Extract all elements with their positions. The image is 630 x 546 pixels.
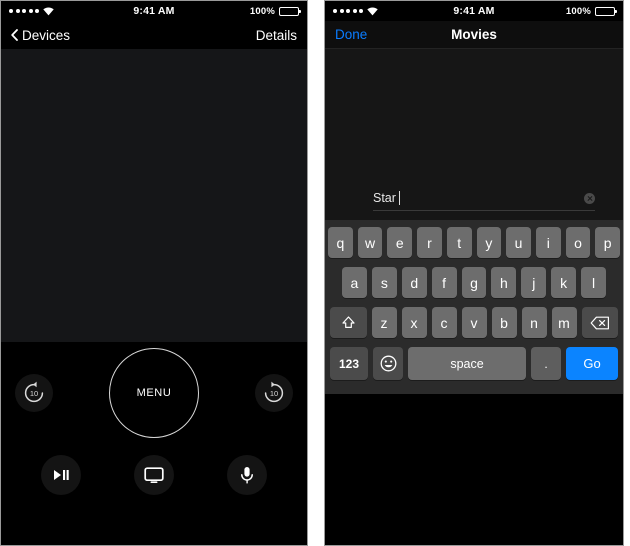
shift-key[interactable]: [329, 307, 367, 338]
menu-label: MENU: [136, 387, 172, 399]
skip-forward-10-icon: 10: [261, 380, 287, 406]
key-b[interactable]: b: [491, 307, 517, 338]
key-h[interactable]: h: [491, 267, 517, 298]
status-battery-group-right: 100%: [565, 5, 617, 17]
skip-forward-amount: 10: [269, 388, 279, 398]
clear-circle-icon[interactable]: [584, 192, 595, 204]
microphone-button[interactable]: [226, 455, 267, 495]
key-i[interactable]: i: [535, 227, 561, 258]
key-r[interactable]: r: [417, 227, 442, 258]
keyboard-row-2: a s d f g h j k l: [328, 267, 620, 298]
go-key[interactable]: Go: [566, 347, 618, 380]
search-input[interactable]: Star: [373, 191, 595, 211]
status-signal-group-right: [333, 6, 566, 16]
period-key[interactable]: .: [531, 347, 561, 380]
wifi-icon: [43, 6, 54, 16]
signal-dots-icon: [333, 9, 363, 13]
battery-full-icon: [595, 6, 617, 16]
search-input-value: Star: [373, 191, 396, 205]
done-button[interactable]: Done: [335, 27, 367, 42]
skip-back-10-button[interactable]: 10: [15, 374, 53, 412]
search-content-area: Star q w e r t y u i o p a s d f g h j k…: [325, 49, 623, 394]
key-v[interactable]: v: [461, 307, 487, 338]
backspace-delete-icon: [590, 316, 610, 330]
remote-touch-surface[interactable]: [1, 49, 307, 342]
key-x[interactable]: x: [401, 307, 427, 338]
screenshot-root: 9:41 AM 100% Devices Details 10 MENU 10 …: [0, 0, 630, 546]
space-key[interactable]: space: [408, 347, 526, 380]
key-m[interactable]: m: [551, 307, 577, 338]
key-e[interactable]: e: [387, 227, 413, 258]
key-c[interactable]: c: [431, 307, 457, 338]
key-f[interactable]: f: [431, 267, 457, 298]
wifi-icon: [367, 6, 378, 16]
battery-percent-label: 100%: [249, 5, 275, 17]
right-phone-panel: 9:41 AM 100% Done Movies Star q w e r t …: [324, 0, 624, 546]
back-label: Devices: [22, 27, 71, 43]
signal-dots-icon: [9, 9, 39, 13]
left-nav-bar: Devices Details: [1, 21, 307, 49]
play-pause-button[interactable]: [41, 455, 82, 495]
key-n[interactable]: n: [521, 307, 547, 338]
emoji-key[interactable]: [373, 347, 403, 380]
keyboard-row-3: z x c v b n m: [328, 307, 620, 338]
emoji-smiley-icon: [380, 355, 397, 372]
keyboard-row-1: q w e r t y u i o p: [327, 227, 621, 258]
key-a[interactable]: a: [342, 267, 367, 298]
microphone-icon: [240, 466, 254, 485]
status-signal-group: [9, 6, 250, 16]
key-o[interactable]: o: [565, 227, 591, 258]
key-p[interactable]: p: [595, 227, 621, 258]
key-l[interactable]: l: [581, 267, 607, 298]
on-screen-keyboard: q w e r t y u i o p a s d f g h j k l z …: [325, 220, 623, 394]
left-phone-panel: 9:41 AM 100% Devices Details 10 MENU 10: [0, 0, 308, 546]
key-y[interactable]: y: [476, 227, 502, 258]
skip-back-10-icon: 10: [21, 380, 47, 406]
tv-display-icon: [144, 466, 164, 484]
back-to-devices-button[interactable]: Devices: [11, 28, 70, 43]
key-j[interactable]: j: [521, 267, 547, 298]
menu-button[interactable]: MENU: [109, 348, 199, 438]
key-t[interactable]: t: [446, 227, 472, 258]
key-z[interactable]: z: [371, 307, 397, 338]
battery-full-icon: [279, 6, 301, 16]
skip-forward-10-button[interactable]: 10: [255, 374, 293, 412]
key-d[interactable]: d: [401, 267, 427, 298]
key-u[interactable]: u: [506, 227, 531, 258]
right-status-bar: 9:41 AM 100%: [325, 1, 623, 21]
remote-controls: 10 MENU 10: [1, 342, 307, 545]
battery-percent-label: 100%: [565, 5, 591, 17]
play-pause-icon: [50, 468, 72, 482]
remote-secondary-row: [1, 438, 307, 495]
skip-back-amount: 10: [29, 388, 39, 398]
tv-display-button[interactable]: [133, 455, 174, 495]
key-w[interactable]: w: [357, 227, 383, 258]
details-button[interactable]: Details: [256, 28, 297, 43]
shift-arrow-icon: [341, 315, 356, 330]
page-title: Movies: [451, 27, 497, 42]
delete-key[interactable]: [581, 307, 619, 338]
chevron-left-icon: [11, 29, 18, 41]
key-s[interactable]: s: [371, 267, 397, 298]
text-cursor: [398, 191, 401, 205]
key-k[interactable]: k: [551, 267, 577, 298]
search-field-wrapper: Star: [373, 191, 595, 211]
numbers-key[interactable]: 123: [330, 347, 368, 380]
key-q[interactable]: q: [327, 227, 353, 258]
keyboard-row-4: 123 space . Go: [328, 347, 620, 380]
status-battery-group: 100%: [249, 5, 301, 17]
remote-primary-row: 10 MENU 10: [1, 342, 307, 438]
key-g[interactable]: g: [461, 267, 487, 298]
right-nav-bar: Done Movies: [325, 21, 623, 49]
left-status-bar: 9:41 AM 100%: [1, 1, 307, 21]
